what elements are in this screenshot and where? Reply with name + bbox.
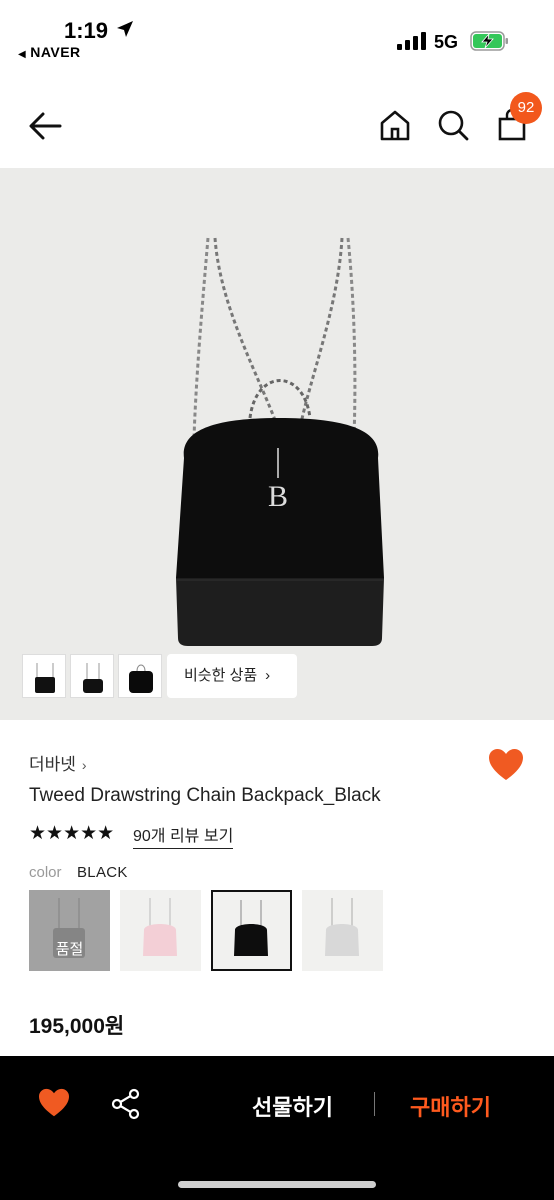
thumbnail-1[interactable] (22, 654, 66, 698)
color-option-soldout[interactable]: 품절 (29, 890, 110, 971)
brand-name: 더바넷 (29, 755, 76, 774)
thumbnail-strip (22, 654, 162, 698)
backpack-image: B (176, 237, 384, 646)
signal-icon (397, 32, 426, 50)
similar-products-button[interactable]: 비슷한 상품 › (167, 654, 297, 698)
search-icon[interactable] (436, 108, 470, 142)
bottom-action-bar: 선물하기 구매하기 (0, 1056, 554, 1200)
back-arrow-icon[interactable] (26, 108, 66, 144)
backpack-thumb-icon (129, 664, 153, 693)
home-icon[interactable] (378, 108, 412, 142)
color-value: BLACK (77, 864, 128, 881)
color-label: color (29, 864, 62, 881)
gift-button[interactable]: 선물하기 (252, 1090, 333, 1122)
thumbnail-3[interactable] (118, 654, 162, 698)
color-options: 품절 (29, 890, 383, 971)
rating-stars: ★★★★★ (29, 823, 115, 844)
back-app-label: NAVER (30, 44, 81, 60)
buy-button[interactable]: 구매하기 (410, 1090, 491, 1122)
backpack-thumb-icon (35, 663, 55, 693)
battery-charging-icon (470, 31, 508, 51)
chevron-right-icon: › (265, 667, 271, 684)
wishlist-heart-icon[interactable] (38, 1088, 70, 1118)
backpack-swatch-icon (234, 900, 268, 956)
location-arrow-icon (117, 21, 133, 37)
backpack-swatch-icon (143, 898, 177, 956)
brand-link[interactable]: 더바넷 › (29, 750, 87, 775)
network-type: 5G (434, 32, 459, 52)
svg-text:B: B (268, 480, 288, 513)
home-indicator (178, 1181, 376, 1188)
heart-icon[interactable] (488, 748, 524, 782)
status-bar: 1:19 ◀ NAVER 5G (0, 0, 554, 72)
similar-products-label: 비슷한 상품 (184, 667, 258, 684)
backpack-swatch-icon (325, 898, 359, 956)
color-option-pink[interactable] (120, 890, 201, 971)
product-title: Tweed Drawstring Chain Backpack_Black (29, 785, 381, 806)
color-option-black[interactable] (211, 890, 292, 971)
product-hero-image[interactable]: B 비슷한 상품 › (0, 168, 554, 720)
status-time: 1:19 (64, 18, 109, 43)
color-option-gray[interactable] (302, 890, 383, 971)
app-header (0, 80, 554, 168)
bottom-divider (374, 1092, 375, 1116)
soldout-overlay: 품절 (29, 890, 110, 971)
cart-count-badge: 92 (510, 92, 542, 124)
backpack-thumb-icon (83, 663, 103, 693)
share-icon[interactable] (110, 1088, 142, 1120)
thumbnail-2[interactable] (70, 654, 114, 698)
product-price: 195,000원 (29, 1015, 125, 1038)
back-triangle-icon: ◀ (18, 49, 27, 60)
reviews-link[interactable]: 90개 리뷰 보기 (133, 822, 234, 849)
back-to-app-link[interactable]: ◀ NAVER (18, 44, 81, 60)
chevron-right-icon: › (81, 757, 87, 773)
